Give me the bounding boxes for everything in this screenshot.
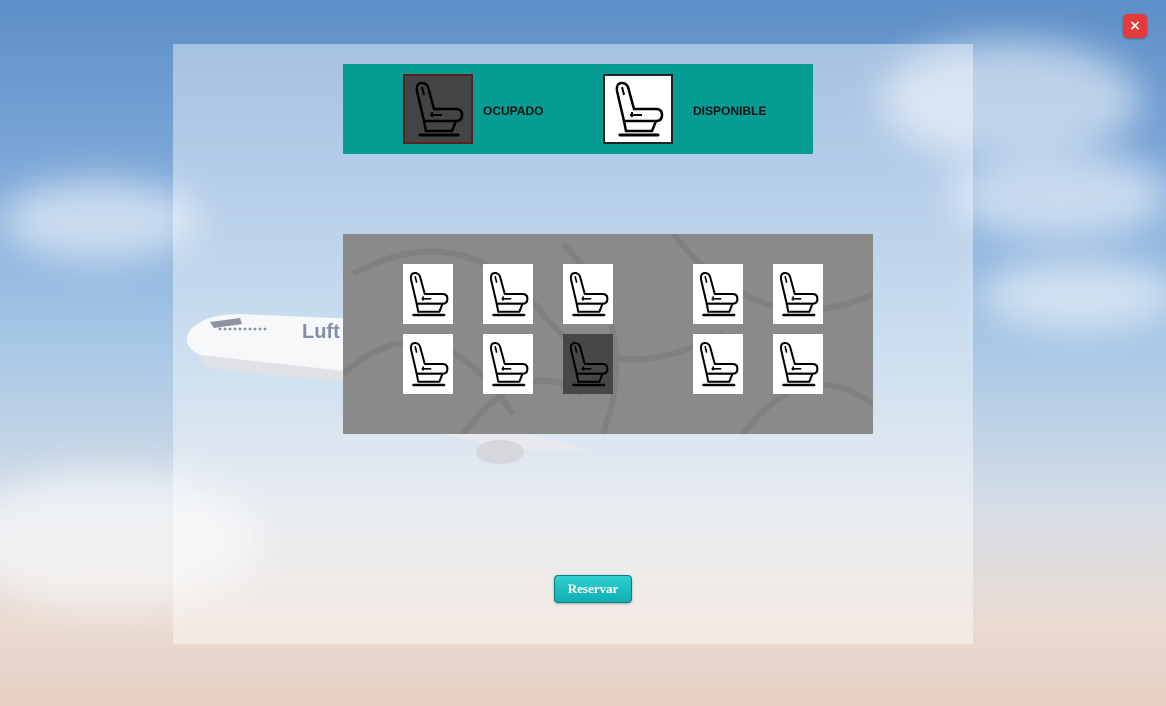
seat-icon (615, 81, 664, 137)
seat-icon (415, 81, 464, 137)
seat-2-1[interactable] (403, 334, 453, 394)
close-button[interactable]: × (1123, 14, 1147, 38)
seat-1-1[interactable] (403, 264, 453, 324)
seat-1-4[interactable] (693, 264, 743, 324)
seat-icon (699, 271, 739, 317)
seat-icon (779, 341, 819, 387)
background-cloud (980, 260, 1166, 330)
background-cloud (0, 180, 200, 260)
seat-2-4[interactable] (693, 334, 743, 394)
seat-1-3[interactable] (563, 264, 613, 324)
background-cloud (950, 150, 1166, 240)
seat-legend: OCUPADO DISPONIBLE (343, 64, 813, 154)
seat-map (343, 234, 873, 434)
legend-available-box (603, 74, 673, 144)
legend-occupied-label: OCUPADO (483, 104, 544, 118)
legend-occupied-box (403, 74, 473, 144)
seat-icon (699, 341, 739, 387)
close-icon: × (1129, 18, 1141, 34)
legend-available-label: DISPONIBLE (693, 104, 767, 118)
seat-icon (779, 271, 819, 317)
seat-1-5[interactable] (773, 264, 823, 324)
seat-icon (489, 341, 529, 387)
seat-icon (489, 271, 529, 317)
seat-2-5[interactable] (773, 334, 823, 394)
seat-2-3[interactable] (563, 334, 613, 394)
seat-2-2[interactable] (483, 334, 533, 394)
seat-icon (569, 341, 609, 387)
seat-icon (409, 271, 449, 317)
reserve-button[interactable]: Reservar (554, 575, 632, 603)
seat-icon (409, 341, 449, 387)
seat-1-2[interactable] (483, 264, 533, 324)
seat-icon (569, 271, 609, 317)
